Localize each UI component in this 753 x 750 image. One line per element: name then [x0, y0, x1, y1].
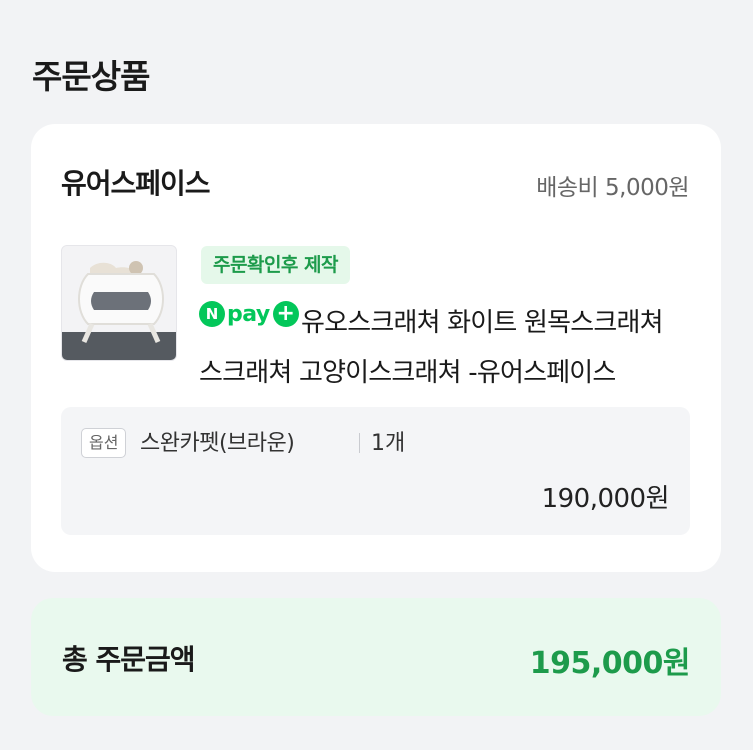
option-name: 스완카펫(브라운)	[140, 431, 295, 456]
cat-scratcher-image	[62, 246, 176, 360]
option-tag: 옵션	[81, 428, 127, 458]
seller-name[interactable]: 유어스페이스	[61, 162, 211, 202]
section-title: 주문상품	[32, 57, 150, 96]
product-thumbnail[interactable]	[61, 245, 177, 361]
order-total-card: 총 주문금액 195,000원	[31, 598, 721, 716]
shipping-fee: 배송비 5,000원	[536, 175, 689, 201]
total-label: 총 주문금액	[62, 643, 196, 676]
made-to-order-badge: 주문확인후 제작	[201, 246, 350, 284]
product-title[interactable]: 유오스크래쳐 화이트 원목스크래쳐 스크래쳐 고양이스크래쳐 -유어스페이스	[199, 298, 689, 398]
total-amount: 195,000원	[529, 646, 691, 681]
option-divider	[359, 433, 360, 453]
option-quantity: 1개	[371, 431, 406, 456]
option-box: 옵션 스완카펫(브라운) 1개 190,000원	[61, 407, 690, 535]
option-price: 190,000원	[541, 484, 670, 514]
order-item-card: 유어스페이스 배송비 5,000원 주문확인후 제작 N pay + 유오스크래…	[31, 124, 721, 572]
